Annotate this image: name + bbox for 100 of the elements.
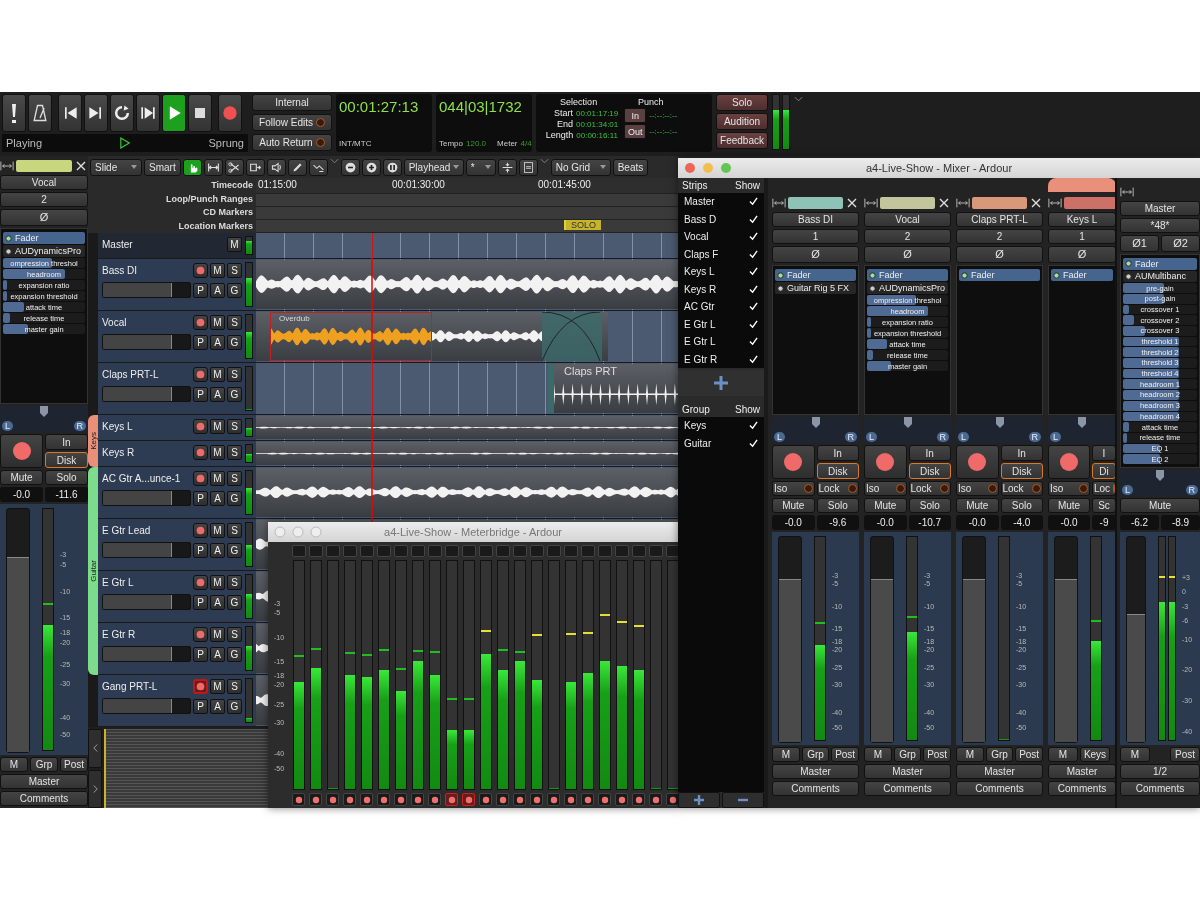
strip-option-button[interactable]: M [956, 747, 984, 762]
track-header[interactable]: Keys R M S [98, 441, 256, 466]
plugin-slot[interactable]: Fader [1051, 269, 1113, 281]
track-header[interactable]: Bass DI M S P A G [98, 259, 256, 310]
monitor-button[interactable]: In [1000, 445, 1043, 461]
width-toggle-icon[interactable] [0, 159, 14, 172]
track-button[interactable]: M [227, 237, 242, 252]
tool-button[interactable] [245, 158, 265, 176]
audio-region[interactable]: Overdub [256, 312, 608, 361]
phase-invert-button[interactable]: Ø2 [1161, 235, 1200, 252]
record-enable-button[interactable] [615, 793, 628, 806]
strip-name-button[interactable]: Vocal [0, 175, 88, 190]
strip-list-item[interactable]: Claps F [678, 245, 764, 263]
checkmark-icon[interactable] [749, 302, 758, 312]
chevron-icon[interactable] [329, 158, 339, 164]
gain-readout[interactable]: -6.2 [1120, 515, 1159, 530]
width-toggle-icon[interactable] [1120, 185, 1134, 198]
record-enable-button[interactable] [581, 793, 594, 806]
comments-button[interactable]: Comments [0, 791, 88, 806]
track-button[interactable]: S [227, 627, 242, 642]
track-button[interactable]: M [210, 523, 225, 538]
checkmark-icon[interactable] [749, 232, 758, 242]
isolate-button[interactable]: Lock [908, 481, 951, 496]
record-enable-button[interactable] [193, 575, 208, 590]
record-enable-button[interactable] [309, 793, 322, 806]
strip-list-item[interactable]: Bass D [678, 210, 764, 228]
zoom-out-button[interactable] [340, 158, 360, 176]
track-button[interactable]: G [227, 542, 242, 558]
output-button[interactable]: 1/2 [1120, 764, 1200, 779]
transport-button[interactable] [110, 94, 134, 132]
peak-readout[interactable]: -11.6 [45, 487, 88, 502]
monitor-button[interactable]: In [908, 445, 951, 461]
track-button[interactable]: A [210, 490, 225, 506]
strip-option-button[interactable]: Post [1015, 747, 1043, 762]
monitor-button[interactable]: Solo [716, 94, 768, 111]
stereo-panner[interactable]: L R [864, 417, 951, 443]
width-toggle-icon[interactable] [1048, 196, 1062, 209]
track-name[interactable]: E Gtr L [102, 577, 191, 588]
phase-invert-button[interactable]: Ø [956, 246, 1043, 263]
record-enable-button[interactable] [462, 793, 475, 806]
peak-readout[interactable]: -9 [1092, 515, 1115, 530]
record-enable-button[interactable] [193, 471, 208, 486]
strip-name-button[interactable]: Keys L [1048, 212, 1115, 227]
mute-button[interactable]: Mute [1048, 498, 1090, 513]
track-button[interactable]: P [193, 594, 208, 610]
mute-button[interactable]: Mute [864, 498, 907, 513]
track-button[interactable]: M [210, 315, 225, 330]
track-button[interactable]: G [227, 646, 242, 662]
track-header[interactable]: Claps PRT-L M S P A G [98, 363, 256, 414]
strip-list-item[interactable]: E Gtr L [678, 333, 764, 351]
close-icon[interactable] [845, 196, 859, 209]
gain-readout[interactable]: -0.0 [1048, 515, 1090, 530]
monitor-button[interactable]: Disk [816, 463, 859, 479]
phase-invert-button[interactable]: Ø [772, 246, 859, 263]
expand-tracks-button[interactable] [518, 158, 538, 176]
tool-button[interactable] [224, 158, 244, 176]
track-button[interactable]: S [227, 679, 242, 694]
track-button[interactable]: A [210, 594, 225, 610]
tool-button[interactable] [182, 158, 202, 176]
checkmark-icon[interactable] [749, 354, 758, 364]
strip-list-item[interactable]: AC Gtr [678, 298, 764, 316]
strip-option-button[interactable]: M [1120, 747, 1150, 762]
transport-button[interactable] [58, 94, 82, 132]
output-button[interactable]: Master [0, 774, 88, 789]
audio-region[interactable]: Claps PRT [548, 364, 678, 413]
track-button[interactable]: A [210, 646, 225, 662]
audio-region[interactable] [256, 468, 678, 517]
sync-button[interactable]: Follow Edits [252, 114, 332, 131]
shrink-tracks-button[interactable] [497, 158, 517, 176]
strip-option-button[interactable]: M [0, 757, 28, 772]
record-enable-button[interactable] [193, 679, 208, 694]
record-enable-button[interactable] [377, 793, 390, 806]
record-enable-button[interactable] [193, 367, 208, 382]
track-button[interactable]: G [227, 490, 242, 506]
phase-invert-button[interactable]: Ø1 [1120, 235, 1159, 252]
selection-time[interactable]: 00:00:16:11 [576, 130, 618, 140]
record-enable-button[interactable] [547, 793, 560, 806]
track-button[interactable]: G [227, 594, 242, 610]
strip-option-button[interactable]: Post [1170, 747, 1200, 762]
record-enable-button[interactable] [479, 793, 492, 806]
phase-invert-button[interactable]: Ø [864, 246, 951, 263]
close-icon[interactable] [74, 159, 88, 172]
track-button[interactable]: M [210, 679, 225, 694]
punch-button[interactable]: In [624, 108, 647, 123]
track-name[interactable]: E Gtr Lead [102, 525, 191, 536]
record-enable-button[interactable] [513, 793, 526, 806]
record-enable-button[interactable] [193, 419, 208, 434]
monitor-button[interactable]: Disk [45, 452, 88, 468]
peak-readout[interactable]: -8.9 [1161, 515, 1200, 530]
sync-button[interactable]: Internal [252, 94, 332, 111]
strip-option-button[interactable]: Grp [893, 747, 922, 762]
plugin-slot[interactable]: Guitar Rig 5 FX [775, 282, 856, 294]
strip-option-button[interactable]: M [772, 747, 800, 762]
record-enable-button[interactable] [956, 445, 999, 479]
solo-button[interactable]: Solo [45, 470, 88, 485]
ruler-area[interactable]: 01:15:00 00:01:30:00 00:01:45:00 SOLO [256, 178, 678, 233]
transport-button[interactable] [84, 94, 108, 132]
track-button[interactable]: S [227, 367, 242, 382]
record-enable-button[interactable] [445, 793, 458, 806]
strip-name-button[interactable]: Bass DI [772, 212, 859, 227]
